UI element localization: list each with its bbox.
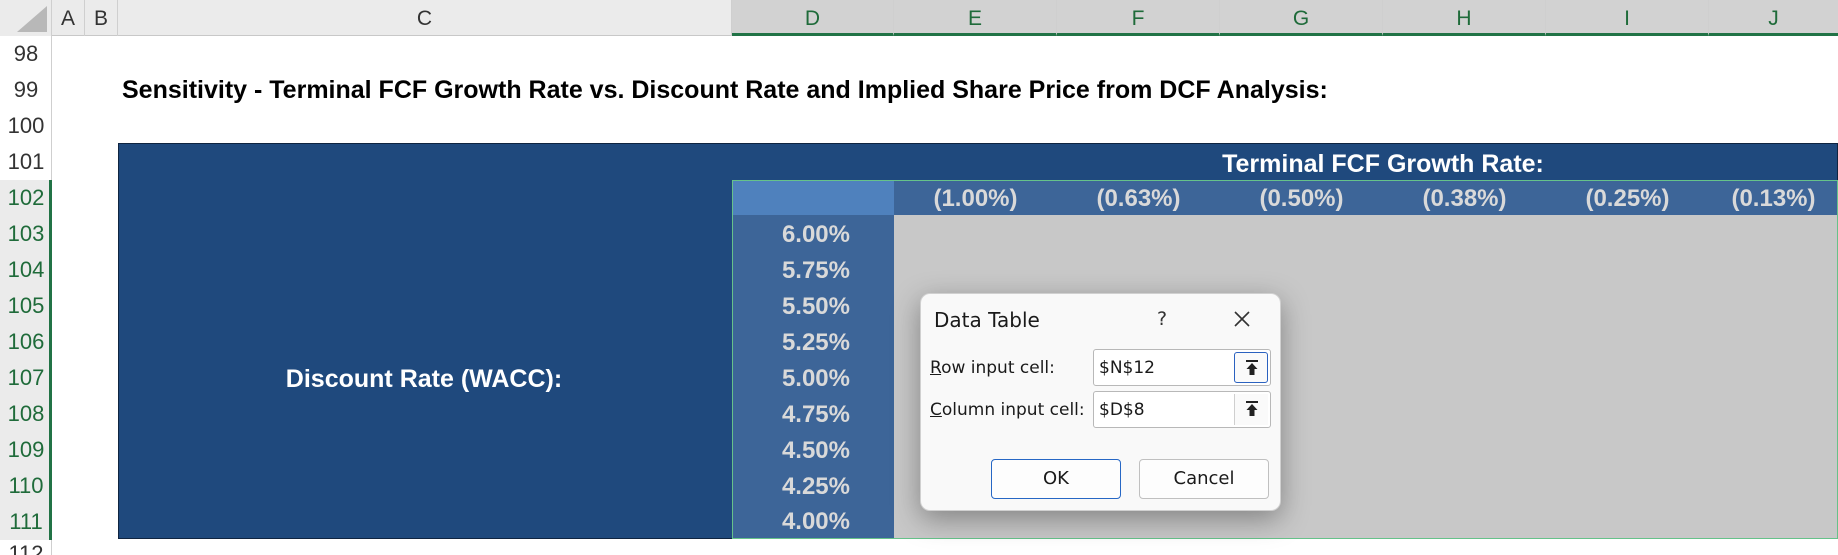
- column-header-b[interactable]: B: [85, 0, 118, 36]
- data-table-dialog: Data Table ? Row input cell: Column inpu…: [920, 293, 1281, 511]
- row-input-label-text: ow input cell:: [941, 358, 1055, 378]
- row-input-accesskey: R: [930, 358, 942, 378]
- select-all-button[interactable]: [0, 0, 52, 36]
- row-input-collapse-button[interactable]: [1234, 352, 1268, 383]
- selected-range-outline: [732, 180, 1838, 539]
- ok-button[interactable]: OK: [991, 459, 1121, 499]
- row-header-103[interactable]: 103: [0, 216, 52, 252]
- close-icon: [1234, 311, 1250, 327]
- row-header-98[interactable]: 98: [0, 36, 52, 72]
- row-header-101[interactable]: 101: [0, 144, 52, 180]
- column-header-h[interactable]: H: [1383, 0, 1546, 36]
- row-header-bar: 98 99 100 101 102 103 104 105 106 107 10…: [0, 36, 52, 555]
- row-header-108[interactable]: 108: [0, 396, 52, 432]
- discount-rate-label[interactable]: Discount Rate (WACC):: [118, 359, 730, 399]
- row-header-99[interactable]: 99: [0, 72, 52, 108]
- row-header-112[interactable]: 112: [0, 540, 52, 555]
- column-header-e[interactable]: E: [894, 0, 1057, 36]
- sheet-title[interactable]: Sensitivity - Terminal FCF Growth Rate v…: [122, 76, 1328, 105]
- row-header-106[interactable]: 106: [0, 324, 52, 360]
- row-header-102[interactable]: 102: [0, 180, 52, 216]
- collapse-dialog-icon: [1246, 360, 1258, 375]
- column-input-field[interactable]: [1093, 391, 1271, 428]
- close-button[interactable]: [1226, 304, 1258, 334]
- column-input-accesskey: C: [930, 400, 942, 420]
- row-header-105[interactable]: 105: [0, 288, 52, 324]
- column-input-label: Column input cell:: [930, 400, 1085, 420]
- column-header-c[interactable]: C: [118, 0, 732, 36]
- column-header-d[interactable]: D: [732, 0, 894, 36]
- column-header-a[interactable]: A: [52, 0, 85, 36]
- column-header-g[interactable]: G: [1220, 0, 1383, 36]
- row-header-110[interactable]: 110: [0, 468, 52, 504]
- row-header-104[interactable]: 104: [0, 252, 52, 288]
- row-header-107[interactable]: 107: [0, 360, 52, 396]
- growth-rate-title[interactable]: Terminal FCF Growth Rate:: [1218, 146, 1548, 182]
- select-all-icon: [17, 6, 47, 32]
- column-header-bar: A B C D E F G H I J: [0, 0, 1838, 36]
- column-input-collapse-button[interactable]: [1234, 394, 1268, 425]
- cancel-button[interactable]: Cancel: [1139, 459, 1269, 499]
- column-input-cell[interactable]: [1099, 392, 1229, 427]
- row-header-100[interactable]: 100: [0, 108, 52, 144]
- row-selection-indicator: [49, 180, 52, 540]
- row-input-field[interactable]: [1093, 349, 1271, 386]
- column-header-f[interactable]: F: [1057, 0, 1220, 36]
- row-input-cell[interactable]: [1099, 350, 1229, 385]
- column-header-i[interactable]: I: [1546, 0, 1709, 36]
- row-input-label: Row input cell:: [930, 358, 1055, 378]
- row-header-109[interactable]: 109: [0, 432, 52, 468]
- collapse-dialog-icon: [1246, 401, 1258, 416]
- column-header-j[interactable]: J: [1709, 0, 1838, 36]
- row-header-111[interactable]: 111: [0, 504, 52, 540]
- help-button[interactable]: ?: [1147, 304, 1177, 334]
- column-input-label-text: olumn input cell:: [941, 400, 1085, 420]
- dialog-title: Data Table: [934, 308, 1040, 332]
